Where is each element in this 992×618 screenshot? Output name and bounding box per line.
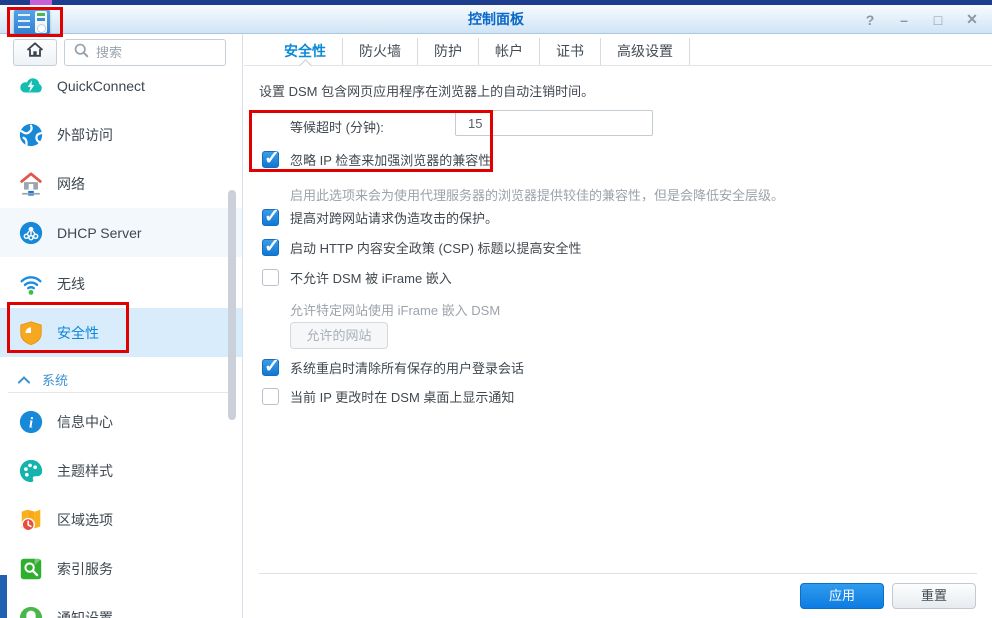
quickconnect-cloud-icon bbox=[18, 73, 44, 99]
titlebar[interactable]: 控制面板 ? – □ ✕ bbox=[0, 5, 992, 34]
allowed-sites-button[interactable]: 允许的网站 bbox=[290, 322, 388, 349]
section-description: 设置 DSM 包含网页应用程序在浏览器上的自动注销时间。 bbox=[259, 81, 594, 100]
tab-account[interactable]: 帐户 bbox=[479, 38, 540, 65]
regional-options-icon bbox=[18, 507, 44, 533]
sidebar-item-label: 安全性 bbox=[57, 323, 99, 343]
checkbox-row-csrf: 提高对跨网站请求伪造攻击的保护。 bbox=[262, 208, 498, 227]
sidebar-item-label: DHCP Server bbox=[57, 225, 142, 241]
checkbox-csrf[interactable] bbox=[262, 209, 279, 226]
footer-divider bbox=[259, 573, 977, 574]
sidebar-scrollbar[interactable] bbox=[228, 190, 236, 420]
sidebar-section-system[interactable]: 系统 bbox=[18, 368, 68, 390]
search-input[interactable] bbox=[96, 45, 206, 60]
tab-bar: 安全性 防火墙 防护 帐户 证书 高级设置 bbox=[268, 38, 690, 65]
checkbox-ip-change-notify[interactable] bbox=[262, 388, 279, 405]
sidebar-item-label: 主题样式 bbox=[57, 461, 113, 481]
globe-icon bbox=[18, 122, 44, 148]
timeout-input[interactable] bbox=[455, 110, 653, 136]
reset-button[interactable]: 重置 bbox=[892, 583, 976, 609]
proxy-compatibility-note: 启用此选项来会为使用代理服务器的浏览器提供较佳的兼容性，但是会降低安全层级。 bbox=[290, 185, 784, 204]
checkbox-csp[interactable] bbox=[262, 239, 279, 256]
icon-bar-green bbox=[37, 13, 45, 16]
sidebar: QuickConnect 外部访问 网络 DHCP Server 无线 bbox=[0, 34, 243, 618]
icon-slider-line bbox=[18, 14, 30, 16]
checkbox-label: 当前 IP 更改时在 DSM 桌面上显示通知 bbox=[290, 387, 514, 406]
tab-firewall[interactable]: 防火墙 bbox=[343, 38, 418, 65]
checkbox-label: 提高对跨网站请求伪造攻击的保护。 bbox=[290, 208, 498, 227]
icon-knob bbox=[37, 24, 46, 33]
apply-button[interactable]: 应用 bbox=[800, 583, 884, 609]
sidebar-item-regional[interactable]: 区域选项 bbox=[0, 495, 242, 544]
close-icon[interactable]: ✕ bbox=[962, 11, 982, 28]
window-controls: ? – □ ✕ bbox=[860, 5, 982, 34]
checkbox-row-ip-change-notify: 当前 IP 更改时在 DSM 桌面上显示通知 bbox=[262, 387, 514, 406]
window-title: 控制面板 bbox=[0, 5, 992, 34]
icon-slider-line bbox=[18, 26, 30, 28]
control-panel-app-icon bbox=[14, 9, 50, 35]
sidebar-item-label: 网络 bbox=[57, 174, 85, 194]
sidebar-item-security[interactable]: 安全性 bbox=[0, 308, 242, 357]
sidebar-divider bbox=[8, 392, 232, 393]
sidebar-item-notification[interactable]: 通知设置 bbox=[0, 593, 242, 618]
checkbox-label: 系统重启时清除所有保存的用户登录会话 bbox=[290, 358, 524, 377]
sidebar-item-label: 索引服务 bbox=[57, 559, 113, 579]
wifi-icon bbox=[18, 271, 44, 297]
help-icon[interactable]: ? bbox=[860, 12, 880, 28]
sidebar-item-wireless[interactable]: 无线 bbox=[0, 259, 242, 308]
checkbox-iframe[interactable] bbox=[262, 269, 279, 286]
icon-bar-blue bbox=[37, 18, 45, 21]
dhcp-server-icon bbox=[18, 220, 44, 246]
network-house-icon bbox=[18, 171, 44, 197]
control-panel-window: 控制面板 ? – □ ✕ bbox=[0, 0, 992, 618]
desktop-bottom-strip bbox=[0, 575, 7, 618]
iframe-note: 允许特定网站使用 iFrame 嵌入 DSM bbox=[290, 300, 500, 319]
sidebar-item-network[interactable]: 网络 bbox=[0, 159, 242, 208]
checkbox-label: 不允许 DSM 被 iFrame 嵌入 bbox=[290, 268, 452, 287]
security-shield-icon bbox=[18, 320, 44, 346]
notification-icon bbox=[18, 605, 44, 618]
checkbox-row-iframe: 不允许 DSM 被 iFrame 嵌入 bbox=[262, 268, 452, 287]
chevron-up-icon bbox=[18, 372, 30, 387]
theme-palette-icon bbox=[18, 458, 44, 484]
maximize-icon[interactable]: □ bbox=[928, 12, 948, 28]
checkbox-row-csp: 启动 HTTP 内容安全政策 (CSP) 标题以提高安全性 bbox=[262, 238, 582, 257]
sidebar-item-label: 区域选项 bbox=[57, 510, 113, 530]
sidebar-item-theme[interactable]: 主题样式 bbox=[0, 446, 242, 495]
checkbox-label: 启动 HTTP 内容安全政策 (CSP) 标题以提高安全性 bbox=[290, 238, 582, 257]
sidebar-item-quickconnect[interactable]: QuickConnect bbox=[0, 61, 242, 110]
sidebar-item-external-access[interactable]: 外部访问 bbox=[0, 110, 242, 159]
index-service-icon bbox=[18, 556, 44, 582]
sidebar-item-dhcp-server[interactable]: DHCP Server bbox=[0, 208, 242, 257]
icon-slider-line bbox=[18, 20, 30, 22]
sidebar-item-label: 信息中心 bbox=[57, 412, 113, 432]
sidebar-item-label: 外部访问 bbox=[57, 125, 113, 145]
checkbox-label: 忽略 IP 检查来加强浏览器的兼容性 bbox=[290, 150, 491, 169]
sidebar-item-label: 通知设置 bbox=[57, 608, 113, 618]
checkbox-clear-sessions[interactable] bbox=[262, 359, 279, 376]
checkbox-row-ignore-ip: 忽略 IP 检查来加强浏览器的兼容性 bbox=[262, 150, 491, 169]
minimize-icon[interactable]: – bbox=[894, 12, 914, 28]
tab-certificate[interactable]: 证书 bbox=[540, 38, 601, 65]
info-icon: i bbox=[18, 409, 44, 435]
checkbox-row-clear-sessions: 系统重启时清除所有保存的用户登录会话 bbox=[262, 358, 524, 377]
sidebar-item-label: QuickConnect bbox=[57, 78, 145, 94]
tab-protection[interactable]: 防护 bbox=[418, 38, 479, 65]
content-panel: 安全性 防火墙 防护 帐户 证书 高级设置 设置 DSM 包含网页应用程序在浏览… bbox=[244, 34, 992, 618]
tab-divider-line bbox=[244, 65, 992, 66]
sidebar-item-index-service[interactable]: 索引服务 bbox=[0, 544, 242, 593]
timeout-label: 等候超时 (分钟): bbox=[290, 117, 384, 136]
sidebar-item-label: 无线 bbox=[57, 274, 85, 294]
sidebar-section-label: 系统 bbox=[42, 370, 68, 389]
tab-advanced[interactable]: 高级设置 bbox=[601, 38, 690, 65]
checkbox-ignore-ip[interactable] bbox=[262, 151, 279, 168]
sidebar-item-info-center[interactable]: i 信息中心 bbox=[0, 397, 242, 446]
